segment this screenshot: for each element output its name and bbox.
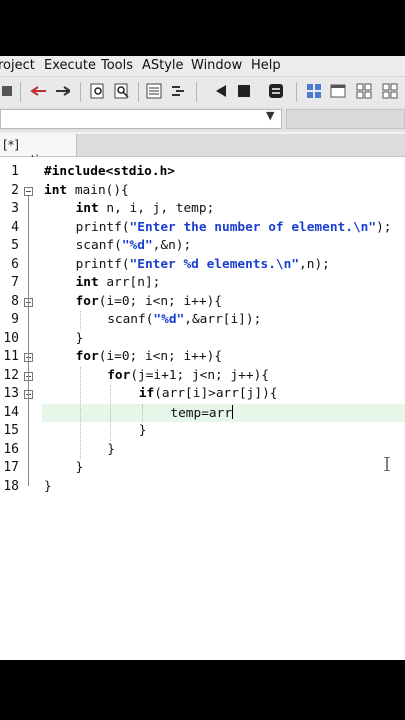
code-text: scanf("%d",&arr[i]); (107, 312, 262, 327)
line-number: 9 (11, 312, 19, 327)
compile-icon[interactable] (268, 83, 284, 99)
class-browser-bar: ▼ (0, 107, 405, 132)
toolbar-separator (80, 82, 81, 102)
code-text: for(j=i+1; j<n; j++){ (107, 367, 269, 383)
menu-window[interactable]: Window (191, 58, 242, 73)
menu-execute[interactable]: Execute (44, 58, 96, 73)
code-line[interactable]: 1 #include<stdio.h> (0, 163, 405, 182)
line-number: 15 (3, 423, 19, 438)
line-number: 6 (11, 256, 19, 272)
menu-astyle[interactable]: AStyle (142, 58, 184, 73)
window-icon[interactable] (330, 83, 346, 99)
code-text: } (75, 330, 84, 346)
code-text: int main(){ (44, 182, 129, 198)
code-text: int arr[n]; (75, 275, 161, 290)
line-number: 1 (11, 164, 19, 179)
line-number: 8 (11, 293, 19, 309)
editor-tab-bar: [*] practice.c (0, 134, 405, 167)
code-line[interactable]: 16} (0, 441, 405, 460)
code-line[interactable]: 2 int main(){ (0, 182, 405, 201)
code-text: scanf("%d",&n); (75, 238, 192, 253)
indent-guide (80, 311, 81, 330)
code-text: for(i=0; i<n; i++){ (75, 293, 222, 309)
code-text: for(i=0; i<n; i++){ (75, 349, 222, 364)
code-text: } (138, 423, 147, 438)
chevron-down-icon[interactable]: ▼ (266, 109, 274, 122)
indent-icon[interactable] (170, 83, 186, 99)
code-line[interactable]: 14 temp=arr (0, 403, 405, 422)
search-icon[interactable] (90, 83, 106, 99)
list-icon[interactable] (146, 83, 162, 99)
code-editor[interactable]: 1 #include<stdio.h> 2 int main(){ 3 int n, i,… (0, 157, 405, 660)
code-line[interactable]: 13 if(arr[i]>arr[j]){ (0, 385, 405, 404)
ide-window: roject Execute Tools AStyle Window Help (0, 56, 405, 660)
cascade-icon[interactable] (382, 83, 398, 99)
toolbar (0, 76, 405, 108)
code-line[interactable]: 8 for(i=0; i<n; i++){ (0, 293, 405, 312)
code-line[interactable]: 6 printf("Enter %d elements.\n",n); (0, 256, 405, 275)
code-line[interactable]: 9 scanf("%d",&arr[i]); (0, 311, 405, 330)
line-number: 10 (3, 330, 19, 346)
fold-guide-line (28, 306, 29, 338)
line-number: 2 (11, 182, 19, 198)
code-text: } (44, 478, 52, 494)
redo-icon[interactable] (54, 83, 70, 99)
menu-project[interactable]: roject (0, 58, 35, 73)
code-line[interactable]: 10} (0, 330, 405, 349)
bookmark-forward-icon[interactable] (236, 83, 252, 99)
fold-guide-line (28, 399, 29, 430)
code-line[interactable]: 12 for(j=i+1; j<n; j++){ (0, 367, 405, 386)
line-number: 5 (11, 238, 19, 253)
line-number: 12 (3, 367, 19, 383)
code-text: printf("Enter the number of element.\n")… (75, 219, 392, 235)
code-text: } (75, 460, 84, 475)
grid-icon[interactable] (306, 83, 322, 99)
code-line[interactable]: 5 scanf("%d",&n); (0, 237, 405, 256)
menu-tools[interactable]: Tools (101, 58, 133, 73)
toolbar-separator (196, 82, 197, 102)
line-number: 13 (3, 386, 19, 401)
code-line[interactable]: 17} (0, 459, 405, 478)
toolbar-separator (138, 82, 139, 102)
code-line[interactable]: 3 int n, i, j, temp; (0, 200, 405, 219)
code-text: printf("Enter %d elements.\n",n); (75, 256, 330, 272)
bookmark-back-icon[interactable] (212, 83, 228, 99)
code-text: int n, i, j, temp; (75, 201, 215, 216)
menu-bar: roject Execute Tools AStyle Window Help (0, 56, 405, 76)
fold-toggle-icon[interactable] (24, 186, 33, 196)
code-line[interactable]: 15} (0, 422, 405, 441)
code-line[interactable]: 18} (0, 478, 405, 497)
line-number: 4 (11, 219, 19, 235)
code-text: } (107, 441, 115, 457)
toolbar-separator (296, 82, 297, 102)
toolbar-separator (20, 82, 21, 102)
code-text: #include<stdio.h> (44, 164, 175, 179)
code-line[interactable]: 4 printf("Enter the number of element.\n"… (0, 219, 405, 238)
code-text: if(arr[i]>arr[j]){ (138, 386, 278, 401)
replace-icon[interactable] (114, 83, 130, 99)
caret (232, 404, 234, 419)
indent-guide (110, 385, 111, 441)
line-number: 11 (3, 349, 19, 364)
code-line[interactable]: 11 for(i=0; i<n; i++){ (0, 348, 405, 367)
member-dropdown[interactable] (286, 109, 405, 129)
tab-practice-c[interactable]: [*] practice.c (0, 134, 77, 167)
undo-icon[interactable] (30, 83, 46, 99)
scope-dropdown[interactable] (0, 109, 282, 129)
line-number: 17 (3, 460, 19, 475)
code-line[interactable]: 7 int arr[n]; (0, 274, 405, 293)
line-number: 14 (3, 404, 19, 420)
indent-guide (80, 366, 81, 459)
line-number: 7 (11, 275, 19, 290)
line-number: 18 (3, 478, 19, 494)
indent-guide (142, 403, 143, 422)
line-number: 3 (11, 201, 19, 216)
run-icon[interactable] (0, 83, 16, 99)
line-number: 16 (3, 441, 19, 457)
code-text: temp=arr (170, 404, 234, 421)
tile-icon[interactable] (356, 83, 372, 99)
menu-help[interactable]: Help (251, 58, 281, 73)
